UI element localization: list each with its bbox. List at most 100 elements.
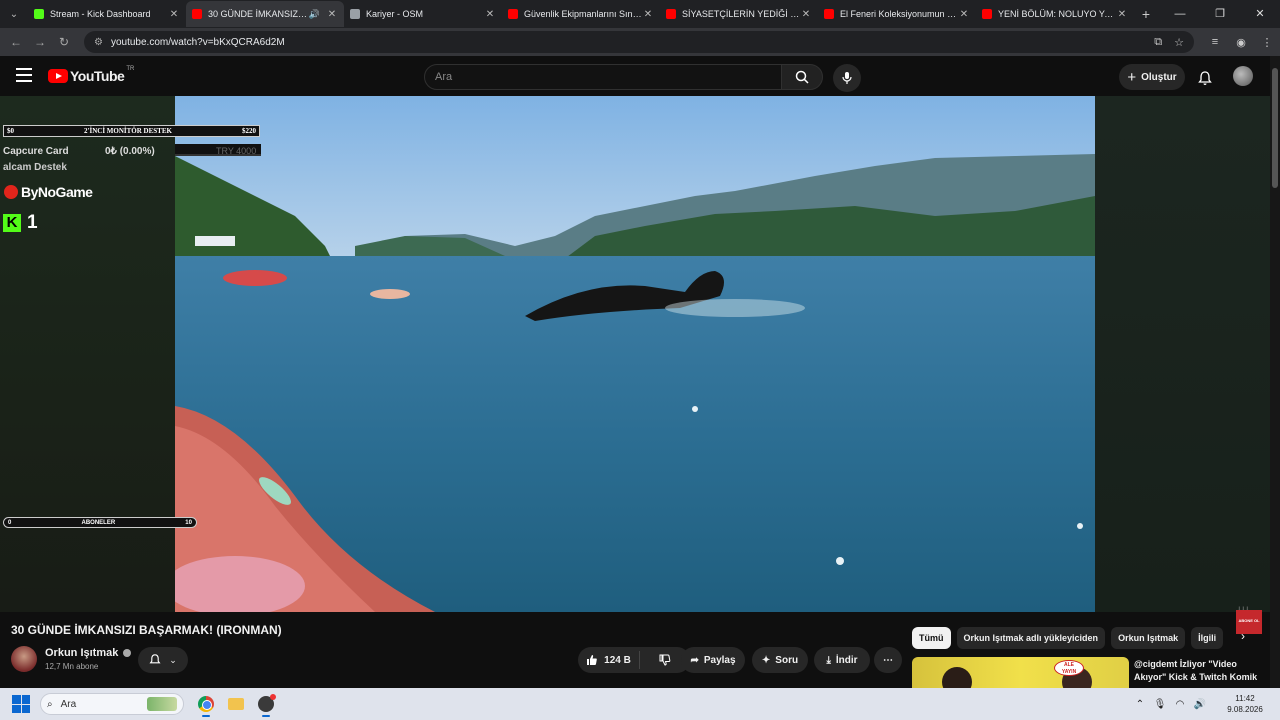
install-app-icon[interactable]: ⧉ <box>1154 36 1162 49</box>
new-tab-button[interactable]: + <box>1134 6 1158 22</box>
more-actions-button[interactable]: ⋯ <box>874 647 902 673</box>
tab-close-icon[interactable]: ✕ <box>326 9 338 20</box>
goal-title: 2'İNCİ MONİTÖR DESTEK <box>84 127 172 135</box>
tab-close-icon[interactable]: ✕ <box>1116 9 1128 20</box>
stream-overlay-left <box>0 96 175 612</box>
filter-chip[interactable]: İlgili <box>1191 627 1224 649</box>
chevron-up-icon[interactable]: ⌃ <box>1130 699 1150 710</box>
profile-icon[interactable]: ◉ <box>1228 36 1254 49</box>
filter-chip[interactable]: Tümü <box>912 627 951 649</box>
share-button[interactable]: ➦ Paylaş <box>681 647 745 673</box>
browser-tab[interactable]: 30 GÜNDE İMKANSIZI BAŞ🔊 ✕ <box>186 1 344 27</box>
minimize-icon[interactable]: — <box>1160 0 1200 28</box>
tab-title: Kariyer - OSM <box>366 9 424 19</box>
file-explorer-taskbar-icon[interactable] <box>222 690 250 718</box>
tab-title: 30 GÜNDE İMKANSIZI BAŞ <box>208 9 309 19</box>
ask-button[interactable]: ✦ Soru <box>752 647 808 673</box>
stream-overlay-right <box>1095 96 1270 612</box>
browser-menu-icon[interactable]: ⋮ <box>1254 36 1280 49</box>
tab-close-icon[interactable]: ✕ <box>958 9 970 20</box>
tab-favicon-icon <box>192 9 202 19</box>
youtube-logo[interactable]: YouTube TR <box>48 66 134 84</box>
bynogame-icon <box>4 185 18 199</box>
microphone-icon[interactable]: 🎙 <box>1150 699 1170 710</box>
tab-audio-icon[interactable]: 🔊 <box>309 9 320 20</box>
notifications-button[interactable] <box>1193 66 1217 90</box>
wifi-icon[interactable]: ◠ <box>1170 699 1190 710</box>
browser-tab[interactable]: Kariyer - OSM ✕ <box>344 1 502 27</box>
site-info-icon[interactable]: ⚙ <box>94 37 103 48</box>
browser-tab[interactable]: YENİ BÖLÜM: NOLUYO YA ¿ V ✕ <box>976 1 1134 27</box>
create-button[interactable]: + Oluştur <box>1119 64 1185 90</box>
video-player[interactable]: $0 2'İNCİ MONİTÖR DESTEK $220 Capcure Ca… <box>0 96 1270 634</box>
media-control-icon[interactable]: ≡ <box>1202 36 1228 49</box>
microphone-icon <box>842 72 852 84</box>
download-icon: ⤓ <box>826 654 831 666</box>
subscriber-goal-bar: 0 ABONELER 10 <box>3 517 197 528</box>
taskbar-search[interactable]: ⌕ Ara <box>40 693 184 715</box>
tab-close-icon[interactable]: ✕ <box>800 9 812 20</box>
browser-tab[interactable]: El Feneri Koleksiyonumun Favo ✕ <box>818 1 976 27</box>
video-info: 30 GÜNDE İMKANSIZI BAŞARMAK! (IRONMAN) O… <box>0 612 1270 688</box>
windows-start-icon[interactable] <box>12 695 30 713</box>
search-input[interactable]: Ara <box>424 64 782 90</box>
sub-goal-title: ABONELER <box>81 519 116 526</box>
sponsor-logo: ByNoGame <box>4 184 93 200</box>
camera-support-label: alcam Destek <box>3 162 67 173</box>
tab-title: SİYASETÇİLERİN YEDİĞİ MECLİS <box>682 9 800 19</box>
filter-chip[interactable]: Orkun Işıtmak <box>1111 627 1186 649</box>
folder-icon <box>228 698 244 710</box>
volume-icon[interactable]: 🔊 <box>1190 699 1210 710</box>
like-button[interactable]: 124 B <box>578 651 640 669</box>
chevron-right-icon[interactable]: › <box>1234 629 1252 647</box>
account-avatar[interactable] <box>1233 66 1253 86</box>
monitor-goal-bar: $0 2'İNCİ MONİTÖR DESTEK $220 <box>3 125 260 137</box>
bookmark-star-icon[interactable]: ☆ <box>1174 36 1184 49</box>
tab-favicon-icon <box>350 9 360 19</box>
browser-tab[interactable]: Stream - Kick Dashboard ✕ <box>28 1 186 27</box>
capcure-label: Capcure Card <box>3 146 69 157</box>
video-frame[interactable] <box>175 96 1095 612</box>
back-icon[interactable]: ← <box>4 35 28 49</box>
subscriber-count: 12,7 Mn abone <box>45 662 99 671</box>
thumbs-up-icon <box>587 655 597 665</box>
download-label: İndir <box>835 654 858 666</box>
tab-close-icon[interactable]: ✕ <box>642 9 654 20</box>
tab-title: Stream - Kick Dashboard <box>50 9 151 19</box>
clock[interactable]: 11:42 9.08.2026 <box>1210 693 1280 715</box>
scrollbar-thumb[interactable] <box>1272 68 1278 188</box>
channel-name-link[interactable]: Orkun Işıtmak <box>45 647 132 659</box>
filter-chip[interactable]: Orkun Işıtmak adlı yükleyiciden <box>956 627 1106 649</box>
browser-tab[interactable]: Güvenlik Ekipmanlarını Sınırlan ✕ <box>502 1 660 27</box>
close-window-icon[interactable]: ✕ <box>1240 0 1280 28</box>
create-label: Oluştur <box>1141 71 1177 83</box>
channel-avatar[interactable] <box>11 646 37 672</box>
chrome-taskbar-icon[interactable] <box>192 690 220 718</box>
forward-icon[interactable]: → <box>28 35 52 49</box>
video-scene-image <box>175 96 1095 612</box>
address-bar[interactable]: ⚙ youtube.com/watch?v=bKxQCRA6d2M ⧉ ☆ <box>84 31 1194 53</box>
reload-icon[interactable]: ↻ <box>52 35 76 49</box>
recommendation-thumbnail[interactable]: ALE YAYIN <box>912 657 1129 688</box>
recommendation-title[interactable]: @cigdemt İzliyor "Video Akıyor" Kick & T… <box>1134 658 1264 684</box>
browser-tab[interactable]: SİYASETÇİLERİN YEDİĞİ MECLİS✕ <box>660 1 818 27</box>
browser-toolbar: ← → ↻ ⚙ youtube.com/watch?v=bKxQCRA6d2M … <box>0 28 1280 56</box>
tab-favicon-icon <box>508 9 518 19</box>
tab-close-icon[interactable]: ✕ <box>484 9 496 20</box>
capcure-target: TRY 4000 <box>216 146 257 156</box>
youtube-page: YouTube TR Ara + Oluştur $0 2'İNCİ MONİT… <box>0 56 1270 688</box>
obs-taskbar-icon[interactable] <box>252 690 280 718</box>
thumbs-down-icon <box>659 654 671 666</box>
chevron-down-icon: ⌄ <box>169 654 177 665</box>
window-controls: — ❐ ✕ <box>1160 0 1280 28</box>
tab-close-icon[interactable]: ✕ <box>168 9 180 20</box>
notification-bell-button[interactable]: ⌄ <box>138 647 188 673</box>
search-button[interactable] <box>781 64 823 90</box>
restore-icon[interactable]: ❐ <box>1200 0 1240 28</box>
tab-title: Güvenlik Ekipmanlarını Sınırlan <box>524 9 642 19</box>
tab-search-button[interactable]: ⌄ <box>0 0 28 28</box>
page-scrollbar[interactable] <box>1270 56 1280 688</box>
voice-search-button[interactable] <box>833 64 861 92</box>
download-button[interactable]: ⤓ İndir <box>814 647 870 673</box>
hamburger-menu-icon[interactable] <box>16 68 32 82</box>
